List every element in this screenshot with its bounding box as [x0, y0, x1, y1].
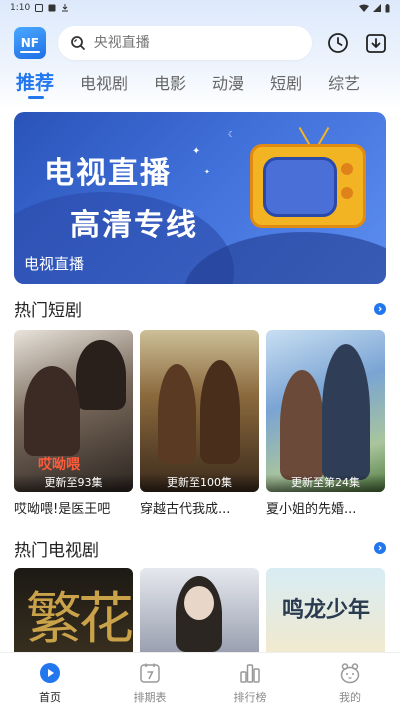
nav-label: 排期表 — [133, 691, 167, 704]
tv-screen — [263, 157, 337, 217]
chevron-right-icon — [378, 306, 382, 312]
card-title: 穿越古代我成... — [140, 502, 231, 517]
profile-icon — [338, 661, 362, 685]
nav-schedule[interactable]: 排期表 — [100, 653, 200, 708]
history-icon — [328, 33, 349, 53]
tab-short-drama[interactable]: 短剧 — [270, 70, 302, 94]
tab-tv-series[interactable]: 电视剧 — [80, 70, 128, 94]
tab-anime[interactable]: 动漫 — [212, 70, 244, 94]
tv-knob — [341, 187, 353, 199]
episode-badge: 更新至93集 — [14, 474, 133, 492]
battery-icon — [385, 3, 390, 12]
banner-caption: 电视直播 — [24, 255, 85, 273]
calendar-icon — [138, 661, 162, 685]
nav-label: 首页 — [39, 691, 61, 704]
search-bar[interactable] — [57, 26, 313, 60]
app-logo[interactable]: NF — [14, 27, 46, 59]
tab-recommend[interactable]: 推荐 — [16, 68, 54, 99]
image-notification-icon — [48, 4, 56, 12]
category-tabs: 推荐 电视剧 电影 动漫 短剧 综艺 — [16, 70, 386, 104]
poster-figure — [200, 360, 240, 464]
episode-badge: 更新至第24集 — [266, 474, 385, 492]
bottom-navigation: 首页 排期表 排行榜 我的 — [0, 652, 400, 708]
tv-series-card[interactable]: 繁花 — [14, 568, 133, 652]
moon-icon: ☾ — [228, 130, 236, 139]
poster-image: 哎呦喂 更新至93集 — [14, 330, 133, 492]
poster-image: 繁花 — [14, 568, 133, 652]
home-play-icon — [38, 661, 62, 685]
hot-shorts-list: 哎呦喂 更新至93集 哎呦喂!是医王吧 更新至100集 穿越古代我成... 更新… — [14, 330, 386, 517]
poster-text: 繁花 — [26, 587, 133, 652]
nav-label: 排行榜 — [233, 691, 267, 704]
short-drama-card[interactable]: 更新至100集 穿越古代我成... — [140, 330, 259, 517]
short-drama-card[interactable]: 更新至第24集 夏小姐的先婚... — [266, 330, 385, 517]
signal-icon — [373, 4, 381, 12]
nav-ranking[interactable]: 排行榜 — [200, 653, 300, 708]
banner-title-line1: 电视直播 — [44, 156, 172, 191]
banner-title-line2: 高清专线 — [70, 208, 198, 243]
star-icon: ✦ — [192, 146, 201, 157]
notification-icon — [35, 4, 44, 12]
poster-image: 更新至第24集 — [266, 330, 385, 492]
search-icon — [70, 36, 85, 50]
episode-badge: 更新至100集 — [140, 474, 259, 492]
logo-text: NF — [20, 36, 40, 50]
live-tv-banner[interactable]: ✦ ✦ ☾ 电视直播 高清专线 电视直播 — [14, 112, 386, 284]
tv-knob — [341, 163, 353, 175]
tv-series-card[interactable]: 鸣龙少年 — [266, 568, 385, 652]
chevron-right-icon — [378, 545, 382, 551]
star-icon: ✦ — [204, 168, 210, 176]
hot-tv-list: 繁花 鸣龙少年 — [14, 568, 386, 652]
nav-home[interactable]: 首页 — [0, 653, 100, 708]
poster-image: 更新至100集 — [140, 330, 259, 492]
status-bar: 1:10 — [0, 0, 400, 16]
tv-illustration — [250, 144, 366, 228]
download-icon — [366, 34, 386, 53]
poster-face — [184, 586, 214, 620]
poster-image: 鸣龙少年 — [266, 568, 385, 652]
download-button[interactable] — [364, 31, 388, 55]
poster-figure — [24, 366, 80, 456]
ranking-icon — [238, 661, 262, 685]
nav-label: 我的 — [339, 691, 361, 704]
poster-figure — [158, 364, 196, 464]
nav-profile[interactable]: 我的 — [300, 653, 400, 708]
card-title: 哎呦喂!是医王吧 — [14, 502, 111, 517]
history-button[interactable] — [326, 31, 350, 55]
poster-figure — [76, 340, 126, 410]
card-title: 夏小姐的先婚... — [266, 502, 357, 517]
poster-text: 鸣龙少年 — [282, 598, 371, 623]
wifi-icon — [359, 4, 369, 12]
tv-series-card[interactable] — [140, 568, 259, 652]
poster-image — [140, 568, 259, 652]
poster-figure — [280, 370, 324, 480]
download-notification-icon — [62, 4, 69, 12]
status-time: 1:10 — [10, 3, 31, 13]
hot-tv-more-button[interactable] — [374, 542, 386, 554]
poster-text: 哎呦喂 — [38, 457, 80, 473]
section-title-hot-shorts: 热门短剧 — [14, 301, 82, 321]
top-header: NF — [14, 26, 388, 60]
short-drama-card[interactable]: 哎呦喂 更新至93集 哎呦喂!是医王吧 — [14, 330, 133, 517]
tab-variety[interactable]: 综艺 — [328, 70, 360, 94]
poster-figure — [322, 344, 370, 480]
hot-shorts-more-button[interactable] — [374, 303, 386, 315]
tab-movies[interactable]: 电影 — [154, 70, 186, 94]
section-title-hot-tv: 热门电视剧 — [14, 541, 99, 561]
search-input[interactable] — [93, 35, 294, 51]
